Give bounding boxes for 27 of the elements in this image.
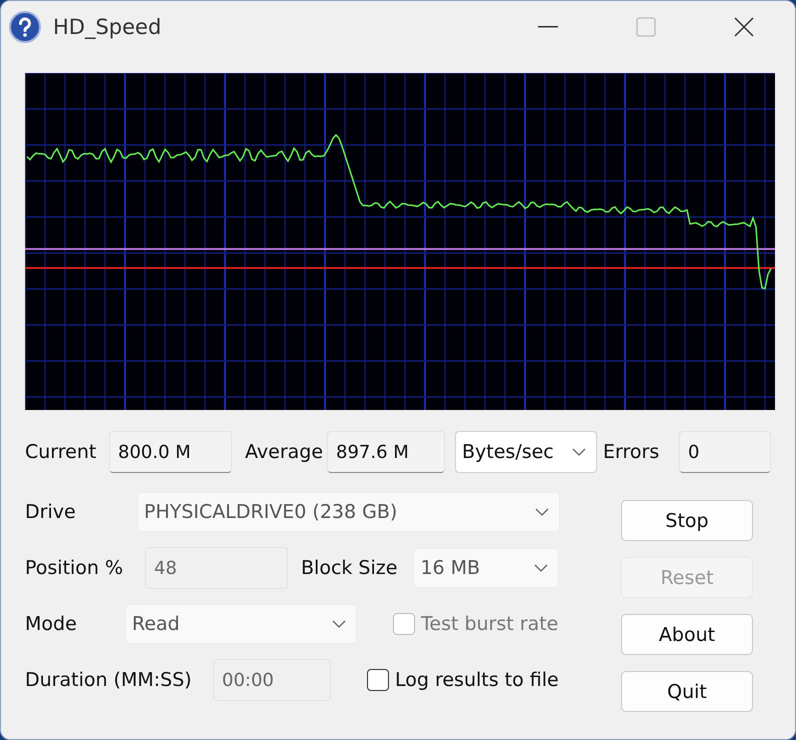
checkbox-label: Log results to file (395, 669, 559, 691)
checkbox-label: Test burst rate (421, 613, 558, 635)
output-field: 0 (679, 431, 771, 473)
chevron-down-icon (535, 508, 549, 516)
field-label: Block Size (301, 557, 398, 579)
help-icon (9, 11, 41, 43)
field-label: Errors (603, 441, 660, 463)
field-label: Duration (MM:SS) (25, 669, 193, 691)
push-button[interactable]: About (621, 614, 753, 655)
chevron-down-icon (534, 564, 548, 572)
units-dropdown[interactable]: Bytes/sec (455, 431, 597, 473)
output-field: 897.6 M (327, 431, 445, 473)
output-field: 800.0 M (109, 431, 232, 473)
close-icon[interactable] (734, 17, 754, 37)
field-label: Current (25, 441, 98, 463)
field-label: Drive (25, 501, 77, 523)
field-label: Mode (25, 613, 78, 635)
chevron-down-icon (572, 448, 586, 456)
field-label: Average (245, 441, 321, 463)
push-button[interactable]: Stop (621, 500, 753, 541)
field-label: Position % (25, 557, 124, 579)
chevron-down-icon (332, 620, 346, 628)
window-title: HD_Speed (53, 15, 162, 39)
push-button[interactable]: Quit (621, 671, 753, 712)
minimize-icon[interactable] (538, 26, 558, 28)
dropdown[interactable]: Read (125, 604, 357, 644)
dropdown[interactable]: PHYSICALDRIVE0 (238 GB) (137, 492, 560, 532)
